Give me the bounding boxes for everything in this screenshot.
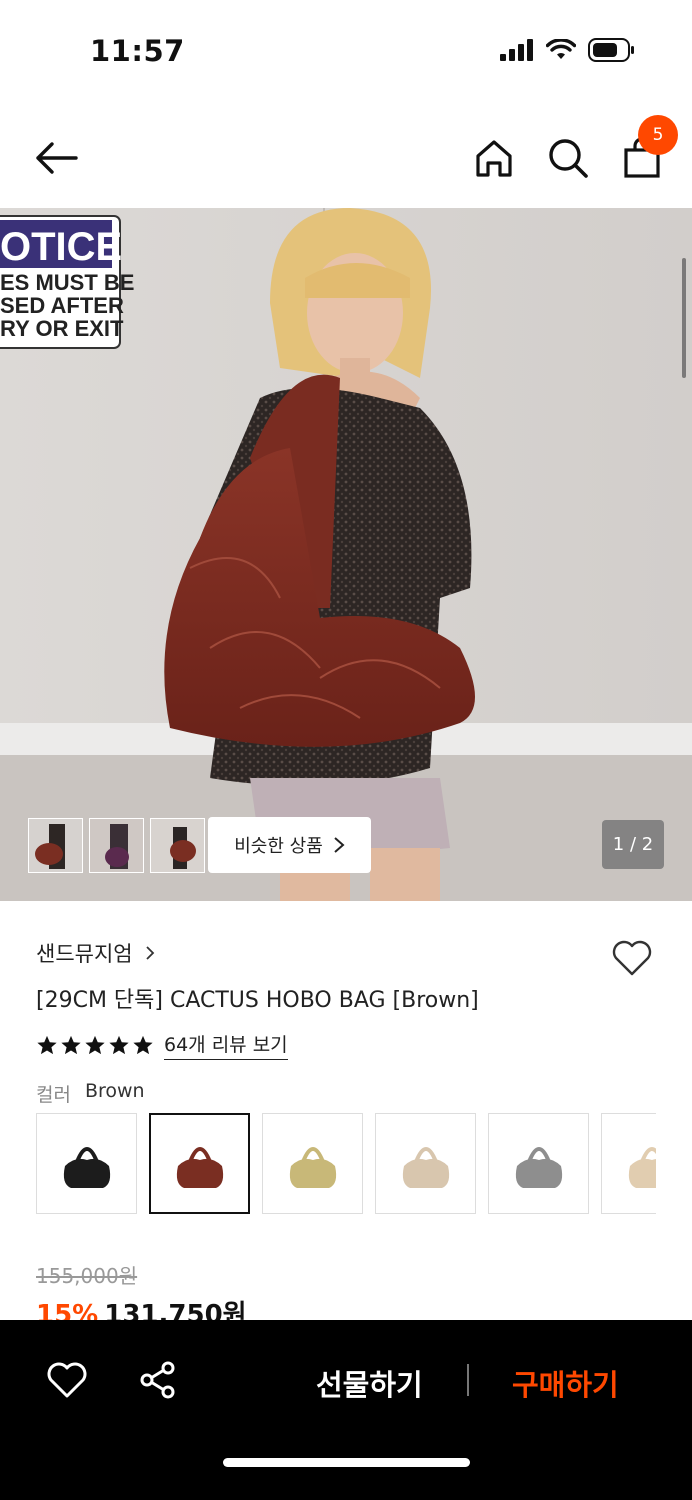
similar-products-button[interactable]: 비슷한 상품 xyxy=(208,817,371,873)
search-icon[interactable] xyxy=(546,136,590,180)
product-image-carousel[interactable]: OTICE ES MUST BE SED AFTER RY OR EXIT 비슷… xyxy=(0,208,692,901)
color-swatch-brown[interactable] xyxy=(149,1113,250,1214)
top-nav: 5 xyxy=(0,110,692,206)
thumbnail-3[interactable] xyxy=(150,818,205,873)
sign-line-3: SED AFTER xyxy=(0,293,124,318)
thumbnail-strip xyxy=(28,818,205,873)
image-page-indicator: 1 / 2 xyxy=(602,820,664,869)
bag-thumbnail xyxy=(289,1146,336,1188)
color-value: Brown xyxy=(84,1080,145,1102)
thumbnail-1[interactable] xyxy=(28,818,83,873)
cart-count-badge: 5 xyxy=(638,115,678,155)
bag-thumbnail xyxy=(515,1146,562,1188)
share-icon[interactable] xyxy=(138,1360,178,1400)
color-swatch-cream[interactable] xyxy=(601,1113,656,1214)
original-price: 155,000원 xyxy=(36,1264,138,1288)
bag-thumbnail xyxy=(402,1146,449,1188)
color-row: 컬러 Brown xyxy=(36,1080,145,1107)
color-swatch-khaki[interactable] xyxy=(262,1113,363,1214)
status-icons xyxy=(500,38,636,62)
bottom-action-bar: 선물하기 구매하기 xyxy=(0,1320,692,1500)
home-indicator xyxy=(223,1458,470,1467)
thumbnail-2[interactable] xyxy=(89,818,144,873)
bag-thumbnail xyxy=(176,1146,223,1188)
bag-thumbnail xyxy=(628,1146,656,1188)
back-arrow-icon[interactable] xyxy=(32,136,80,180)
color-swatch-black[interactable] xyxy=(36,1113,137,1214)
gift-button[interactable]: 선물하기 xyxy=(316,1362,423,1404)
rating-row: 64개 리뷰 보기 xyxy=(36,1030,288,1060)
similar-products-label: 비슷한 상품 xyxy=(234,836,323,857)
brand-link[interactable]: 샌드뮤지엄 xyxy=(36,938,155,968)
sign-line-4: RY OR EXIT xyxy=(0,316,124,341)
status-time: 11:57 xyxy=(90,34,185,68)
review-link[interactable]: 64개 리뷰 보기 xyxy=(164,1030,288,1060)
product-name: [29CM 단독] CACTUS HOBO BAG [Brown] xyxy=(36,988,479,1013)
bag-thumbnail xyxy=(63,1146,110,1188)
color-swatch-grey[interactable] xyxy=(488,1113,589,1214)
home-icon[interactable] xyxy=(472,136,516,180)
chevron-right-icon xyxy=(334,837,345,853)
brand-name: 샌드뮤지엄 xyxy=(36,942,133,966)
signal-icon xyxy=(500,39,533,61)
heart-icon[interactable] xyxy=(610,936,654,980)
star-icon xyxy=(37,1035,57,1055)
color-label: 컬러 xyxy=(36,1084,71,1106)
wifi-icon xyxy=(546,39,576,59)
product-photo: OTICE ES MUST BE SED AFTER RY OR EXIT xyxy=(0,208,692,901)
chevron-right-icon xyxy=(145,946,154,960)
sign-line-2: ES MUST BE xyxy=(0,270,134,295)
color-swatch-beige[interactable] xyxy=(375,1113,476,1214)
heart-icon[interactable] xyxy=(46,1360,88,1400)
star-icon xyxy=(61,1035,81,1055)
buy-button[interactable]: 구매하기 xyxy=(512,1362,619,1404)
battery-icon xyxy=(588,38,634,62)
sign-line-1: OTICE xyxy=(0,225,122,269)
divider xyxy=(467,1364,469,1396)
status-bar: 11:57 xyxy=(0,0,692,100)
star-icon xyxy=(133,1035,153,1055)
rating-stars xyxy=(36,1034,154,1056)
color-swatch-list xyxy=(36,1113,656,1215)
star-icon xyxy=(109,1035,129,1055)
star-icon xyxy=(85,1035,105,1055)
scroll-indicator[interactable] xyxy=(682,258,686,378)
